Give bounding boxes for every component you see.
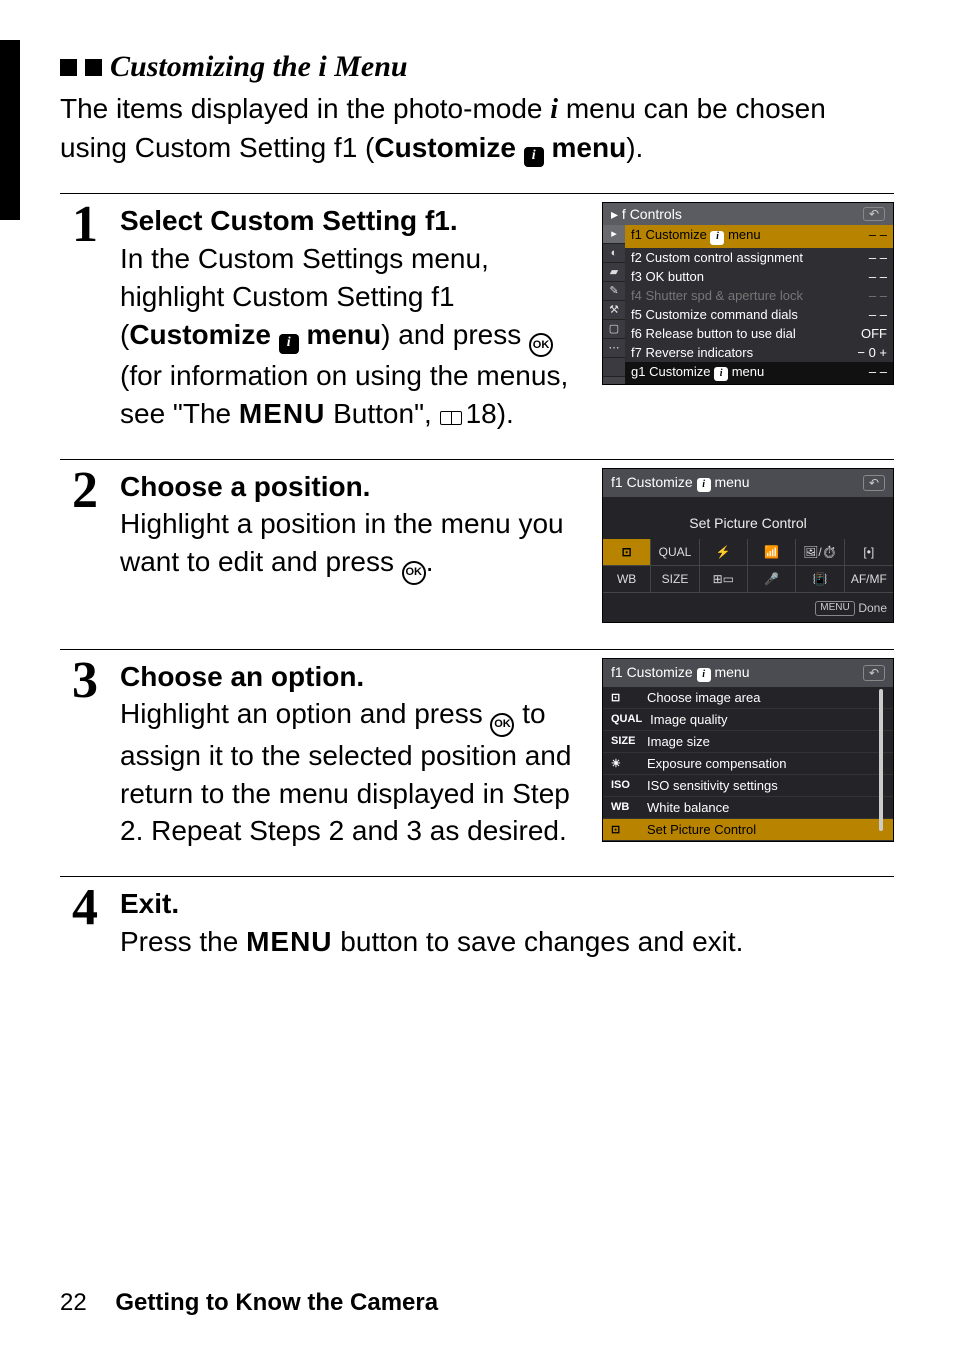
panel-subtitle: Set Picture Control: [603, 497, 893, 539]
section-name: Getting to Know the Camera: [115, 1289, 438, 1316]
grid-cell: ⊞▭: [700, 566, 748, 593]
intro-paragraph: The items displayed in the photo-mode i …: [60, 90, 894, 167]
menu-foot-row: g1 Customize i menu– –: [625, 362, 893, 385]
grid-cell: QUAL: [651, 539, 699, 566]
panel-title: menu: [711, 474, 750, 490]
grid-cell: ⊡: [603, 539, 651, 566]
grid-cell: 📳: [796, 566, 844, 593]
option-row: ⊡Set Picture Control: [603, 819, 893, 841]
i-glyph-icon: i: [318, 50, 326, 83]
grid-cell: 🖼/⏱: [796, 539, 844, 566]
side-tab: [0, 40, 20, 220]
panel-title: f1 Customize: [611, 664, 697, 680]
menu-word: MENU: [246, 926, 332, 957]
menu-row: f3 OK button– –: [625, 267, 893, 286]
i-badge-white-icon: i: [697, 478, 711, 492]
back-icon: ↶: [863, 207, 885, 221]
option-row: WBWhite balance: [603, 797, 893, 819]
intro-text: ).: [626, 132, 643, 163]
grid-cell: 🎤: [748, 566, 796, 593]
panel-title: f1 Customize: [611, 474, 697, 490]
option-row: SIZEImage size: [603, 731, 893, 753]
option-row: QUALImage quality: [603, 709, 893, 731]
menu-row: f7 Reverse indicators− 0 +: [625, 343, 893, 362]
grid-cell: 📶: [748, 539, 796, 566]
option-row: ☀Exposure compensation: [603, 753, 893, 775]
grid-cell: SIZE: [651, 566, 699, 593]
book-ref-icon: [440, 411, 462, 425]
square-bullet-icon: [60, 59, 77, 76]
step-text: ) and press: [381, 319, 529, 350]
menu-row: f1 Customize i menu– –: [625, 225, 893, 248]
section-heading: Customizing the i Menu: [60, 50, 894, 84]
back-icon: ↶: [863, 475, 885, 491]
option-row: ISOISO sensitivity settings: [603, 775, 893, 797]
step-title: Choose an option.: [120, 661, 364, 692]
heading-suffix: Menu: [334, 50, 407, 83]
intro-bold: menu: [544, 132, 626, 163]
i-badge-icon: i: [524, 147, 544, 167]
square-bullet-icon: [85, 59, 102, 76]
step-title: Choose a position.: [120, 471, 370, 502]
step-text: Press the: [120, 926, 246, 957]
menu-row: f5 Customize command dials– –: [625, 305, 893, 324]
intro-bold: Customize: [374, 132, 523, 163]
grid-cell: ⚡: [700, 539, 748, 566]
grid-cell: [•]: [845, 539, 893, 566]
step-3: 3 Choose an option. Highlight an option …: [60, 649, 894, 851]
page-number: 22: [60, 1289, 87, 1316]
grid-cell: AF/MF: [845, 566, 893, 593]
i-glyph-icon: i: [550, 94, 558, 125]
step-4: 4 Exit. Press the MENU button to save ch…: [60, 876, 894, 961]
menu-tab-column: ▸◐▰✎⚒▢⋯: [603, 225, 625, 384]
step-title: Exit.: [120, 888, 179, 919]
step-title: Select Custom Setting f1.: [120, 205, 458, 236]
step-text: Highlight an option and press: [120, 698, 490, 729]
intro-text: The items displayed in the photo-mode: [60, 93, 550, 124]
step-number: 1: [60, 202, 110, 432]
grid-cell: WB: [603, 566, 651, 593]
menu-row: f2 Custom control assignment– –: [625, 248, 893, 267]
panel-title: menu: [711, 664, 750, 680]
step-bold: menu: [299, 319, 381, 350]
step-text: Button",: [325, 398, 439, 429]
page-ref: 18).: [466, 398, 514, 429]
step-text: .: [426, 546, 434, 577]
option-row: ⊡Choose image area: [603, 687, 893, 709]
back-icon: ↶: [863, 665, 885, 681]
menu-row: f6 Release button to use dialOFF: [625, 324, 893, 343]
done-label: Done: [858, 601, 887, 616]
panel-title: f Controls: [622, 206, 682, 222]
menu-pill: MENU: [815, 601, 854, 616]
i-badge-icon: i: [279, 334, 299, 354]
step-text: Highlight a position in the menu you wan…: [120, 508, 564, 577]
menu-row: f4 Shutter spd & aperture lock– –: [625, 286, 893, 305]
ok-button-icon: OK: [402, 561, 426, 585]
step-2: 2 Choose a position. Highlight a positio…: [60, 459, 894, 623]
step-bold: Customize: [129, 319, 278, 350]
customize-menu-screenshot: f1 Customize i menu ↶ Set Picture Contro…: [602, 468, 894, 623]
ok-button-icon: OK: [529, 333, 553, 357]
menu-word: MENU: [239, 398, 325, 429]
step-number: 2: [60, 468, 110, 623]
i-badge-white-icon: i: [697, 668, 711, 682]
heading-prefix: Customizing the: [110, 50, 311, 83]
step-number: 4: [60, 885, 110, 961]
step-number: 3: [60, 658, 110, 851]
step-text: button to save changes and exit.: [333, 926, 744, 957]
controls-menu-screenshot: ▸ f Controls ↶ ▸◐▰✎⚒▢⋯ f1 Customize i me…: [602, 202, 894, 385]
step-1: 1 Select Custom Setting f1. In the Custo…: [60, 193, 894, 432]
ok-button-icon: OK: [490, 713, 514, 737]
scrollbar-icon: [879, 689, 883, 831]
page-footer: 22 Getting to Know the Camera: [60, 1289, 438, 1317]
option-list-screenshot: f1 Customize i menu ↶ ⊡Choose image area…: [602, 658, 894, 842]
